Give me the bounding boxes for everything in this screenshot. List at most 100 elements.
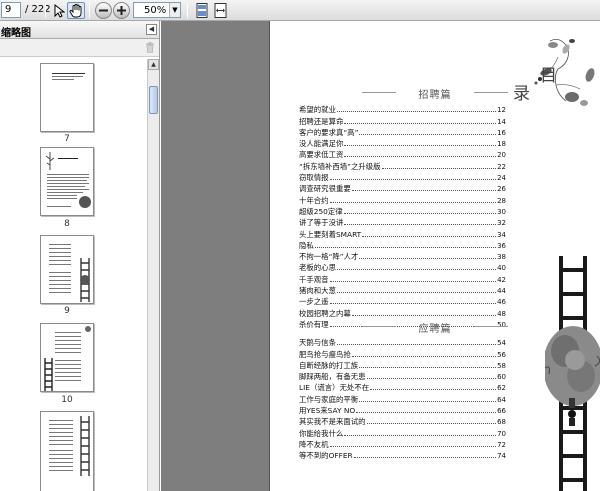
toolbar-separator: [45, 3, 46, 18]
toc-entry[interactable]: 降不友机 72: [299, 438, 506, 449]
toc-entry-page: 72: [497, 440, 506, 449]
section-title: 招聘篇: [418, 90, 452, 101]
hand-tool-icon[interactable]: [67, 2, 85, 19]
toc-entry-page: 40: [497, 264, 506, 273]
toc-entry[interactable]: 不拘一格“降”人才 38: [299, 250, 506, 262]
toc-entry-page: 46: [497, 298, 506, 307]
collapse-left-icon[interactable]: ◀: [146, 24, 157, 35]
thumbnail-list[interactable]: 7 8 9 10: [0, 59, 148, 491]
toc-entry[interactable]: 脚踩两船，有备无患 60: [299, 370, 506, 382]
toc-entry[interactable]: 你能给我什么 70: [299, 426, 506, 438]
toc-entry-page: 48: [497, 309, 506, 318]
toc-entry-page: 42: [497, 275, 506, 284]
zoom-value: 50%: [144, 5, 167, 16]
toc-entry[interactable]: 超级250定律 30: [299, 205, 506, 216]
panel-header: 缩略图 ◀: [0, 21, 159, 39]
toc-entry-title: 用YES来SAY NO: [299, 406, 356, 416]
toc-entry[interactable]: 讲了等于没讲 32: [299, 216, 506, 228]
thumbnail-page-8[interactable]: [40, 147, 94, 216]
toc-entry[interactable]: 千手观音 42: [299, 272, 506, 284]
toc-entry-page: 54: [497, 339, 506, 348]
leaf-illustration: [534, 39, 595, 106]
toc-entry-page: 66: [497, 407, 506, 416]
section-rule: [474, 92, 508, 93]
toc-entry-title: 老板的心思: [299, 263, 336, 273]
toc-entry-page: 34: [497, 230, 506, 239]
toc-entry[interactable]: 等不到的OFFER 74: [299, 449, 506, 461]
toc-entry-page: 28: [497, 196, 506, 205]
select-cursor-icon[interactable]: [50, 2, 68, 19]
toolbar-separator: [89, 3, 90, 18]
page-number-input[interactable]: 9: [1, 2, 21, 18]
thumbnail-label: 10: [61, 395, 73, 405]
thumbnail-page-7[interactable]: [40, 63, 94, 132]
trash-icon[interactable]: [145, 42, 155, 56]
toc-list: 希望的就业 12 招聘还是算命 14 客户的要求真“高” 16 没人能满足你 18 高要…: [299, 103, 506, 329]
scroll-up-icon[interactable]: ▲: [148, 59, 159, 70]
zoom-select[interactable]: 50% ▼: [133, 2, 181, 18]
toc-entry-title: 招聘还是算命: [299, 116, 344, 126]
toc-entry-title: 没人能满足你: [299, 139, 344, 149]
toc-entry[interactable]: 天鹅与信条 54: [299, 336, 506, 348]
toc-entry[interactable]: 招聘还是算命 14: [299, 114, 506, 126]
toc-entry-page: 26: [497, 185, 506, 194]
fit-width-icon[interactable]: [211, 2, 229, 19]
toc-entry[interactable]: 窃取情报 24: [299, 171, 506, 183]
toc-entry-title: 希望的就业: [299, 105, 336, 115]
toc-entry-page: 16: [497, 128, 506, 137]
toc-entry-page: 70: [497, 429, 506, 438]
panel-tools: [0, 39, 159, 57]
toc-entry-page: 20: [497, 151, 506, 160]
section-rule: [362, 92, 396, 93]
toc-entry[interactable]: 工作与家庭的平衡 64: [299, 392, 506, 404]
fit-page-icon[interactable]: [193, 2, 211, 19]
toc-entry-title: 猪肉和大葱: [299, 286, 336, 296]
thumbnail-page-11[interactable]: [40, 411, 94, 491]
thumbnail-scrollbar[interactable]: ▲: [147, 59, 159, 491]
zoom-in-icon[interactable]: [113, 2, 130, 19]
toc-entry-page: 12: [497, 106, 506, 115]
toc-entry[interactable]: 一步之遥 46: [299, 295, 506, 307]
toc-entry[interactable]: LIE（谎言）无处不在 62: [299, 381, 506, 393]
toc-entry-title: 天鹅与信条: [299, 338, 336, 348]
toc-entry-title: 隐私: [299, 240, 314, 250]
toc-entry-page: 14: [497, 117, 506, 126]
toc-entry[interactable]: 隐私 36: [299, 239, 506, 250]
toc-entry[interactable]: 校园招聘之内幕 48: [299, 306, 506, 318]
toc-entry[interactable]: 调查研究很重要 26: [299, 182, 506, 194]
toc-entry[interactable]: 希望的就业 12: [299, 103, 506, 115]
zoom-dropdown-icon[interactable]: ▼: [169, 3, 180, 17]
toc-entry[interactable]: 猪肉和大葱 44: [299, 284, 506, 296]
toc-entry[interactable]: 没人能满足你 18: [299, 137, 506, 149]
toc-entry-page: 18: [497, 140, 506, 149]
toc-entry[interactable]: 自断经脉的打工族 58: [299, 359, 506, 370]
thumbnail-page-10[interactable]: [40, 323, 94, 392]
toc-entry-title: 等不到的OFFER: [299, 451, 353, 461]
toc-entry-page: 74: [497, 452, 506, 461]
toc-entry[interactable]: “拆东墙补西墙”之升级版 22: [299, 159, 506, 171]
toc-entry-page: 38: [497, 253, 506, 262]
panel-title: 缩略图: [1, 28, 31, 39]
toc-entry[interactable]: 客户的要求真“高” 16: [299, 126, 506, 137]
toc-entry[interactable]: 用YES来SAY NO 66: [299, 404, 506, 416]
toc-entry[interactable]: 老板的心思 40: [299, 261, 506, 273]
scrollbar-thumb[interactable]: [149, 86, 158, 114]
document-viewer[interactable]: 录 目 招聘篇 希望的就业 12 招聘还是算命 14 客户的要求真“高” 16 没人能…: [161, 21, 600, 491]
ladder-illustration: [545, 256, 600, 491]
toc-entry-page: 64: [497, 395, 506, 404]
toc-entry-title: 工作与家庭的平衡: [299, 394, 359, 404]
thumbnail-page-9[interactable]: [40, 235, 94, 304]
toc-list: 天鹅与信条 54 肥鸟抢与瘦鸟抢 56 自断经脉的打工族 58 脚踩两船，有备无患 60…: [299, 336, 506, 460]
toc-entry-title: 一步之遥: [299, 297, 329, 307]
toc-entry[interactable]: 十年合约 28: [299, 193, 506, 205]
zoom-out-icon[interactable]: [95, 2, 112, 19]
toc-entry[interactable]: 头上要刻着SMART 34: [299, 227, 506, 239]
toc-entry[interactable]: 肥鸟抢与瘦鸟抢 56: [299, 347, 506, 359]
page-title-right: 目: [540, 66, 557, 86]
thumbnail-label: 7: [64, 134, 70, 144]
toc-entry-title: 窃取情报: [299, 173, 329, 183]
thumbnail-label: 9: [64, 306, 70, 316]
toc-entry[interactable]: 其实我不是来面试的 68: [299, 415, 506, 427]
toc-entry-page: 30: [497, 207, 506, 216]
toc-entry[interactable]: 高要求低工资 20: [299, 148, 506, 160]
